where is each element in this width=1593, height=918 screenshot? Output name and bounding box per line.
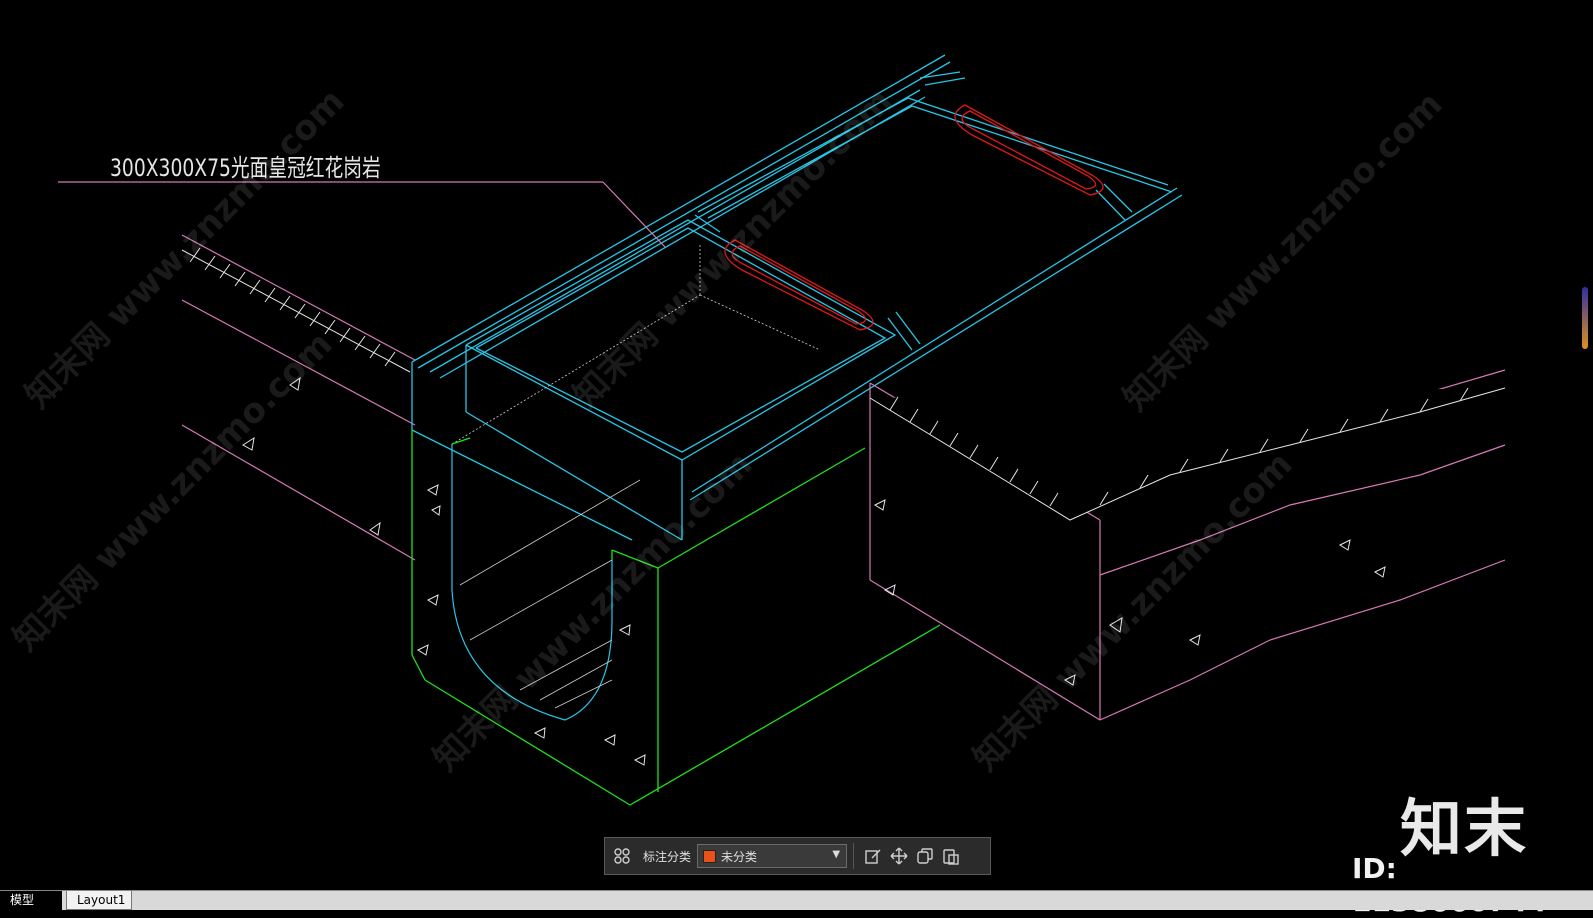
annotation-toolbar: 标注分类 未分类 ▼: [604, 837, 991, 875]
left-hatching: [181, 247, 411, 373]
left-aggregate-triangles: [242, 376, 381, 536]
toolbar-divider: [853, 843, 855, 869]
layout-tab-bar: 模型 Layout1: [0, 890, 1593, 910]
grid-icon[interactable]: [609, 843, 635, 869]
annotation-leader: [58, 181, 666, 248]
category-dropdown[interactable]: 未分类 ▼: [697, 844, 848, 868]
u-channel-interior: [451, 444, 613, 721]
paste-icon[interactable]: [938, 843, 964, 869]
tab-layout1[interactable]: Layout1: [66, 891, 132, 910]
channel-interior-lines: [459, 479, 641, 709]
tab-model[interactable]: 模型: [0, 891, 62, 910]
move-icon[interactable]: [886, 843, 912, 869]
category-label: 标注分类: [643, 849, 692, 864]
drain-slots-red: [724, 104, 1104, 331]
right-hatching: [869, 387, 1506, 521]
edit-icon[interactable]: [860, 843, 886, 869]
chevron-down-icon: ▼: [832, 849, 841, 860]
left-ground-section: [181, 234, 416, 561]
scroll-indicator[interactable]: [1582, 287, 1588, 349]
drain-channel-green: [411, 430, 941, 806]
category-color-swatch: [703, 849, 717, 863]
right-aggregate: [873, 499, 1386, 686]
category-value: 未分类: [721, 849, 758, 864]
copy-icon[interactable]: [912, 843, 938, 869]
material-annotation-label: 300X300X75光面皇冠红花岗岩: [110, 154, 381, 182]
cad-drawing-canvas[interactable]: [0, 0, 1593, 890]
